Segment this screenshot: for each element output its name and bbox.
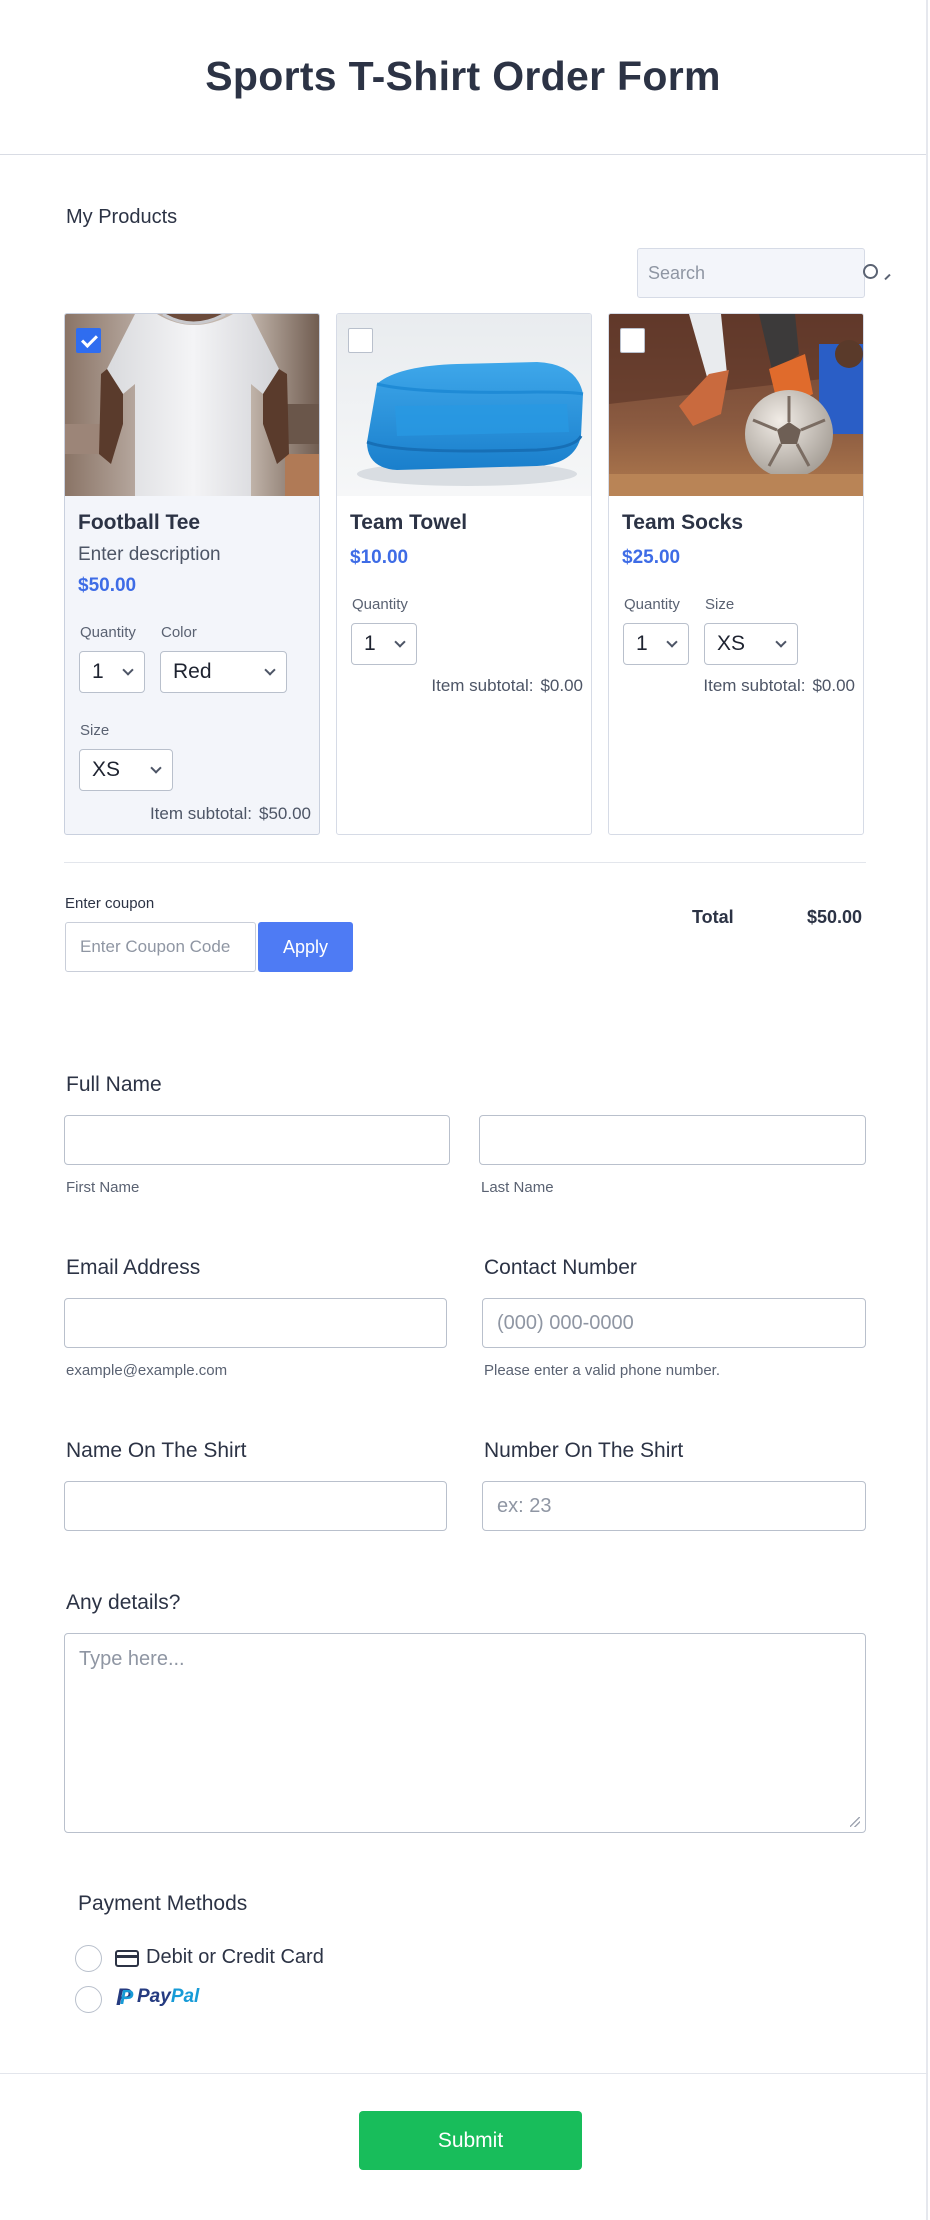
size-select[interactable]: XS bbox=[704, 623, 798, 665]
payment-methods-title: Payment Methods bbox=[78, 1892, 248, 1915]
chevron-down-icon bbox=[122, 664, 134, 676]
product-name: Team Towel bbox=[350, 511, 468, 534]
product-card-team-towel[interactable]: Team Towel $10.00 Quantity 1 Item subtot… bbox=[336, 313, 592, 835]
item-subtotal: Item subtotal: $50.00 bbox=[149, 804, 311, 823]
paypal-icon bbox=[116, 1984, 134, 2012]
apply-coupon-button[interactable]: Apply bbox=[258, 922, 353, 972]
product-price: $50.00 bbox=[78, 575, 137, 596]
chevron-down-icon bbox=[394, 636, 406, 648]
coupon-label: Enter coupon bbox=[65, 895, 155, 912]
radio-paypal-payment[interactable] bbox=[75, 1986, 102, 2013]
total-label: Total bbox=[692, 907, 734, 927]
product-checkbox-team-socks[interactable] bbox=[620, 328, 645, 353]
shirt-name-input[interactable] bbox=[64, 1481, 447, 1531]
product-checkbox-football-tee[interactable] bbox=[76, 328, 101, 353]
product-description: Enter description bbox=[78, 544, 221, 565]
product-price: $10.00 bbox=[350, 547, 409, 568]
product-search bbox=[637, 248, 880, 298]
details-textarea[interactable] bbox=[64, 1633, 866, 1833]
email-label: Email Address bbox=[66, 1256, 201, 1279]
form-title: Sports T-Shirt Order Form bbox=[205, 52, 721, 99]
contact-number-label: Contact Number bbox=[484, 1256, 637, 1279]
size-label: Size bbox=[705, 596, 735, 613]
color-label: Color bbox=[161, 624, 197, 641]
item-subtotal: Item subtotal: $0.00 bbox=[431, 676, 583, 695]
paypal-logo[interactable]: PayPal bbox=[116, 1984, 199, 2012]
products-section-title: My Products bbox=[66, 206, 178, 228]
chevron-down-icon bbox=[775, 636, 787, 648]
size-label: Size bbox=[80, 722, 110, 739]
radio-card-payment[interactable] bbox=[75, 1945, 102, 1972]
product-card-team-socks[interactable]: Team Socks $25.00 Quantity 1 Size XS Ite… bbox=[608, 313, 864, 835]
full-name-label: Full Name bbox=[66, 1073, 162, 1096]
product-name: Football Tee bbox=[78, 511, 201, 534]
card-payment-label[interactable]: Debit or Credit Card bbox=[146, 1946, 324, 1969]
submit-button[interactable]: Submit bbox=[359, 2111, 582, 2170]
resize-handle-icon[interactable] bbox=[850, 1817, 860, 1827]
quantity-label: Quantity bbox=[624, 596, 680, 613]
quantity-select[interactable]: 1 bbox=[623, 623, 689, 665]
product-checkbox-team-towel[interactable] bbox=[348, 328, 373, 353]
credit-card-icon bbox=[115, 1950, 139, 1967]
quantity-label: Quantity bbox=[352, 596, 408, 613]
shirt-number-input[interactable] bbox=[482, 1481, 866, 1531]
item-subtotal: Item subtotal: $0.00 bbox=[703, 676, 855, 695]
product-search-input[interactable] bbox=[648, 262, 880, 284]
email-input[interactable] bbox=[64, 1298, 447, 1348]
shirt-number-label: Number On The Shirt bbox=[484, 1439, 684, 1462]
total-value: $50.00 bbox=[806, 907, 862, 927]
color-select[interactable]: Red bbox=[160, 651, 287, 693]
contact-number-input[interactable] bbox=[482, 1298, 866, 1348]
last-name-input[interactable] bbox=[479, 1115, 866, 1165]
products-divider bbox=[64, 862, 866, 863]
quantity-select[interactable]: 1 bbox=[79, 651, 145, 693]
team-socks-image bbox=[609, 314, 863, 496]
product-card-football-tee[interactable]: Football Tee Enter description $50.00 Qu… bbox=[64, 313, 320, 835]
form-page: Sports T-Shirt Order Form My Products Se… bbox=[0, 0, 928, 2220]
details-label: Any details? bbox=[66, 1591, 181, 1614]
chevron-down-icon bbox=[666, 636, 678, 648]
contact-number-sublabel: Please enter a valid phone number. bbox=[484, 1362, 720, 1379]
size-select[interactable]: XS bbox=[79, 749, 173, 791]
tshirt-photo bbox=[65, 314, 319, 496]
first-name-sublabel: First Name bbox=[66, 1179, 140, 1196]
team-towel-image bbox=[337, 314, 591, 496]
coupon-input[interactable] bbox=[65, 922, 256, 972]
first-name-input[interactable] bbox=[64, 1115, 450, 1165]
quantity-select[interactable]: 1 bbox=[351, 623, 417, 665]
product-name: Team Socks bbox=[622, 511, 744, 534]
towel-photo bbox=[337, 314, 591, 496]
last-name-sublabel: Last Name bbox=[481, 1179, 554, 1196]
chevron-down-icon bbox=[150, 762, 162, 774]
chevron-down-icon bbox=[264, 664, 276, 676]
footer-divider bbox=[0, 2073, 928, 2074]
shirt-name-label: Name On The Shirt bbox=[66, 1439, 247, 1462]
email-sublabel: example@example.com bbox=[66, 1362, 228, 1379]
product-price: $25.00 bbox=[622, 547, 681, 568]
quantity-label: Quantity bbox=[80, 624, 136, 641]
football-tee-image bbox=[65, 314, 319, 496]
form-header: Sports T-Shirt Order Form bbox=[0, 0, 926, 155]
socks-photo bbox=[609, 314, 863, 496]
